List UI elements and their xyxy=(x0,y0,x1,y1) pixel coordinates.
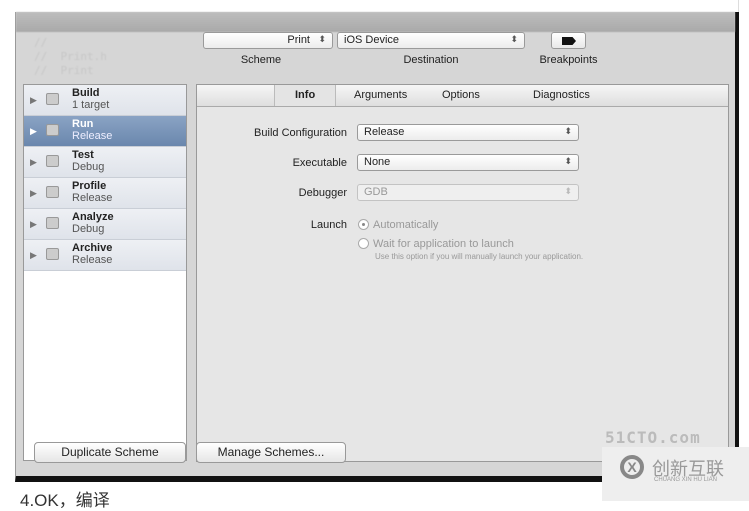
background-code: //// Print.h// Print xyxy=(34,36,107,77)
debugger-value: GDB xyxy=(364,186,388,198)
build-icon xyxy=(46,93,59,105)
item-subtitle: Release xyxy=(72,254,113,266)
disclosure-triangle-icon[interactable]: ▶ xyxy=(30,94,37,106)
disclosure-triangle-icon[interactable]: ▶ xyxy=(30,156,37,168)
item-subtitle: 1 target xyxy=(72,99,110,111)
article-caption: 4.OK，编译 xyxy=(20,491,110,510)
brand-subtitle: CHUANG XIN HU LIAN xyxy=(654,477,718,483)
run-icon xyxy=(46,124,59,136)
radio-selected-icon xyxy=(358,219,369,230)
sidebar-item-analyze[interactable]: ▶ Analyze Debug xyxy=(24,209,186,240)
stepper-arrows-icon: ⬍ xyxy=(564,156,572,166)
sidebar-item-archive[interactable]: ▶ Archive Release xyxy=(24,240,186,271)
scheme-actions-list: ▶ Build 1 target ▶ Run Release ▶ Test Debug ▶ P… xyxy=(23,84,187,461)
stepper-arrows-icon: ⬍ xyxy=(564,186,572,196)
radio-unselected-icon xyxy=(358,238,369,249)
archive-icon xyxy=(46,248,59,260)
executable-label: Executable xyxy=(292,157,347,169)
breakpoints-toggle[interactable] xyxy=(551,32,586,49)
item-title: Archive xyxy=(72,242,113,254)
item-subtitle: Release xyxy=(72,130,113,142)
scheme-editor-sheet: //// Print.h// Print Print ⬍ Scheme iOS D… xyxy=(15,12,735,482)
item-title: Analyze xyxy=(72,211,114,223)
sidebar-item-run[interactable]: ▶ Run Release xyxy=(24,116,186,147)
tab-bar: Info Arguments Options Diagnostics xyxy=(197,85,728,107)
disclosure-triangle-icon[interactable]: ▶ xyxy=(30,249,37,261)
destination-label: Destination xyxy=(403,54,459,66)
sidebar-item-build[interactable]: ▶ Build 1 target xyxy=(24,85,186,116)
run-settings-panel: Info Arguments Options Diagnostics Build… xyxy=(196,84,729,462)
launch-wait-label: Wait for application to launch xyxy=(373,238,514,250)
tab-options[interactable]: Options xyxy=(442,89,480,101)
build-configuration-popup[interactable]: Release ⬍ xyxy=(357,124,579,141)
scheme-value: Print xyxy=(287,34,310,46)
item-title: Test xyxy=(72,149,94,161)
executable-value: None xyxy=(364,156,391,168)
wrench-icon xyxy=(46,217,59,229)
page-divider xyxy=(738,0,739,501)
tab-arguments[interactable]: Arguments xyxy=(354,89,407,101)
watermark-brand: X 创新互联 CHUANG XIN HU LIAN xyxy=(602,447,749,501)
item-title: Profile xyxy=(72,180,107,192)
stepper-arrows-icon: ⬍ xyxy=(318,34,326,44)
debugger-popup: GDB ⬍ xyxy=(357,184,579,201)
disclosure-triangle-icon[interactable]: ▶ xyxy=(30,125,37,137)
item-subtitle: Release xyxy=(72,192,113,204)
brand-logo-icon: X xyxy=(620,455,644,479)
item-title: Build xyxy=(72,87,100,99)
watermark-site: 51CTO.com xyxy=(605,428,701,447)
build-configuration-label: Build Configuration xyxy=(254,127,347,139)
destination-value: iOS Device xyxy=(344,34,400,46)
wrench-icon xyxy=(46,155,59,167)
manage-schemes-button[interactable]: Manage Schemes... xyxy=(196,442,346,463)
tab-diagnostics[interactable]: Diagnostics xyxy=(533,89,590,101)
wrench-icon xyxy=(46,186,59,198)
sidebar-item-test[interactable]: ▶ Test Debug xyxy=(24,147,186,178)
stepper-arrows-icon: ⬍ xyxy=(510,34,518,44)
item-subtitle: Debug xyxy=(72,161,105,173)
executable-popup[interactable]: None ⬍ xyxy=(357,154,579,171)
duplicate-scheme-button[interactable]: Duplicate Scheme xyxy=(34,442,186,463)
build-configuration-value: Release xyxy=(364,126,405,138)
launch-automatically-radio[interactable]: Automatically xyxy=(358,219,438,231)
debugger-label: Debugger xyxy=(298,187,347,199)
launch-hint: Use this option if you will manually lau… xyxy=(375,252,584,261)
stepper-arrows-icon: ⬍ xyxy=(564,126,572,136)
tab-info[interactable]: Info xyxy=(274,85,337,106)
window-titlebar xyxy=(16,12,735,32)
launch-wait-radio[interactable]: Wait for application to launch xyxy=(358,238,514,250)
item-subtitle: Debug xyxy=(72,223,105,235)
launch-automatically-label: Automatically xyxy=(373,219,439,231)
launch-label: Launch xyxy=(310,219,347,231)
item-title: Run xyxy=(72,118,94,130)
scheme-label: Scheme xyxy=(240,54,282,66)
breakpoints-label: Breakpoints xyxy=(539,54,598,66)
scheme-popup[interactable]: Print ⬍ xyxy=(203,32,333,49)
disclosure-triangle-icon[interactable]: ▶ xyxy=(30,187,37,199)
destination-popup[interactable]: iOS Device ⬍ xyxy=(337,32,525,49)
disclosure-triangle-icon[interactable]: ▶ xyxy=(30,218,37,230)
breakpoint-icon xyxy=(562,37,576,45)
sidebar-item-profile[interactable]: ▶ Profile Release xyxy=(24,178,186,209)
